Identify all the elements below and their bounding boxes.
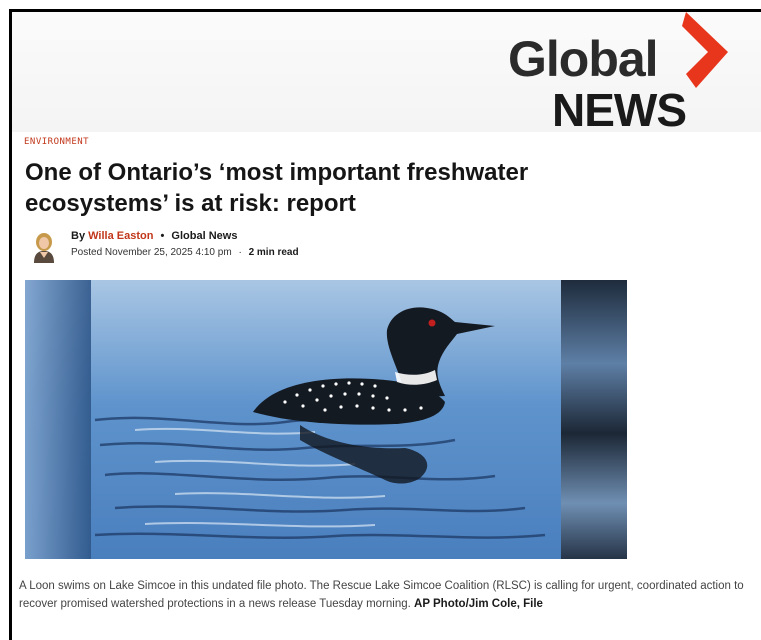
article-photo[interactable] bbox=[25, 280, 627, 559]
caption-text: A Loon swims on Lake Simcoe in this unda… bbox=[19, 580, 744, 610]
author-avatar[interactable] bbox=[31, 231, 57, 263]
category-link[interactable]: ENVIRONMENT bbox=[24, 137, 89, 147]
article-title: One of Ontario’s ‘most important freshwa… bbox=[25, 159, 529, 217]
logo-wordmark-global: Global bbox=[508, 31, 659, 87]
logo-wordmark-news: NEWS bbox=[552, 84, 687, 136]
loon-photo-icon bbox=[25, 280, 627, 559]
chevron-logo-icon bbox=[682, 12, 728, 88]
photo-caption: A Loon swims on Lake Simcoe in this unda… bbox=[19, 577, 761, 613]
dateline-separator: · bbox=[238, 247, 242, 258]
byline-prefix: By bbox=[71, 230, 86, 242]
outlet-link[interactable]: Global News bbox=[171, 230, 237, 242]
byline: By Willa Easton • Global News bbox=[71, 230, 237, 242]
photo-credit: AP Photo/Jim Cole, File bbox=[414, 598, 543, 610]
posted-date: Posted November 25, 2025 4:10 pm bbox=[71, 247, 232, 258]
read-time: 2 min read bbox=[248, 247, 299, 258]
byline-separator: • bbox=[160, 230, 165, 242]
dateline: Posted November 25, 2025 4:10 pm · 2 min… bbox=[71, 247, 299, 258]
author-link[interactable]: Willa Easton bbox=[88, 230, 153, 242]
global-news-logo[interactable]: Global NEWS bbox=[505, 8, 755, 138]
